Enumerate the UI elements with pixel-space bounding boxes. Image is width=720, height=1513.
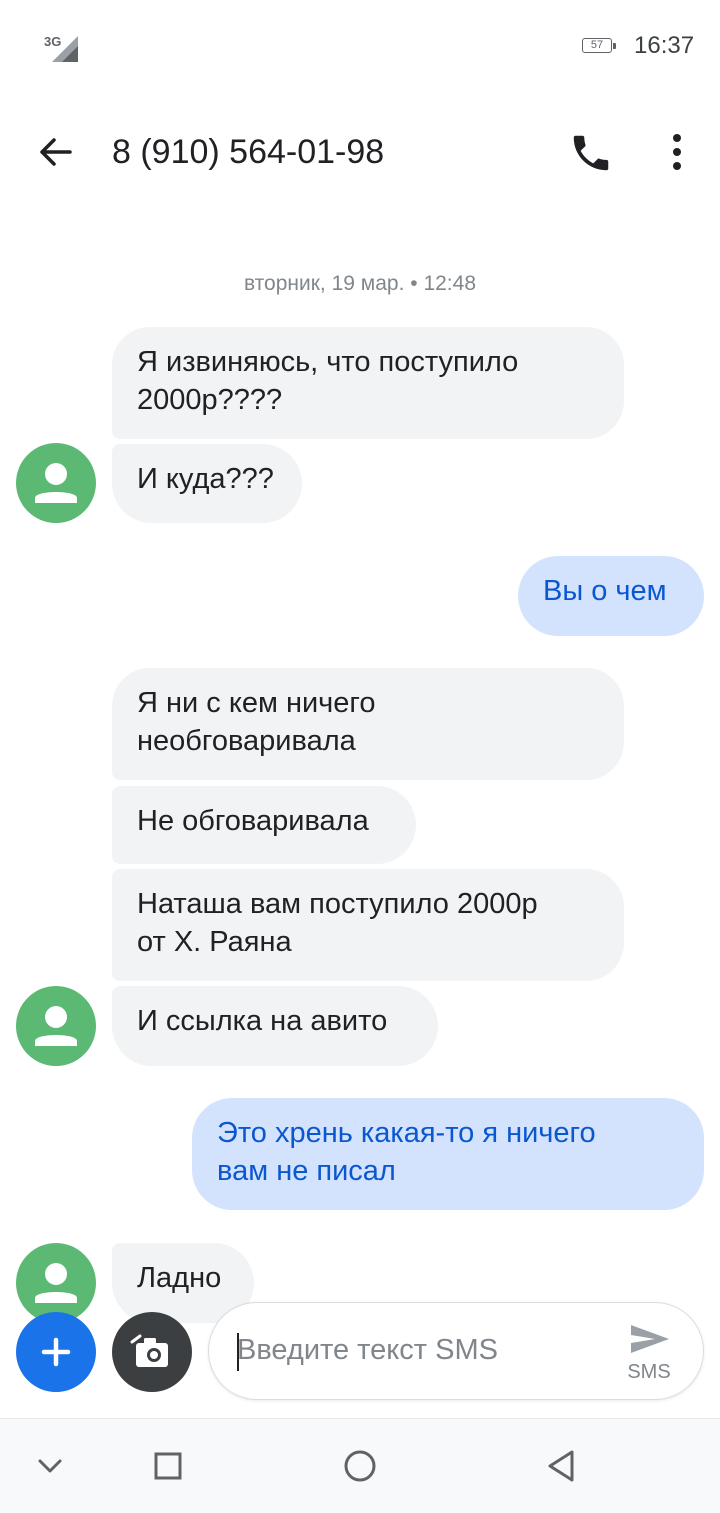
nav-back-button[interactable] xyxy=(532,1441,592,1491)
status-time: 16:37 xyxy=(634,32,695,59)
contact-title: 8 (910) 564-01-98 xyxy=(112,133,385,171)
message-text: И ссылка на авито xyxy=(137,1005,388,1037)
sms-input-container[interactable]: SMS xyxy=(208,1302,704,1400)
send-label: SMS xyxy=(627,1361,671,1383)
plus-icon xyxy=(41,1337,71,1367)
message-text: Я извиняюсь, что поступило xyxy=(137,346,519,378)
sms-input[interactable] xyxy=(237,1327,597,1373)
message-text: Я ни с кем ничего xyxy=(137,687,376,719)
more-vert-icon xyxy=(673,134,681,170)
message-text: от Х. Раяна xyxy=(137,926,292,958)
battery-level: 57 xyxy=(582,38,612,53)
app-bar: 8 (910) 564-01-98 xyxy=(0,100,720,204)
message-bubble-incoming[interactable]: И ссылка на авито xyxy=(112,986,438,1066)
call-button[interactable] xyxy=(566,130,616,176)
message-text: вам не писал xyxy=(217,1155,396,1187)
message-text: необговаривала xyxy=(137,725,356,757)
message-bubble-incoming[interactable]: Наташа вам поступило 2000р от Х. Раяна xyxy=(112,869,624,981)
back-arrow-icon xyxy=(40,138,72,166)
message-bubble-incoming[interactable]: Не обговаривала xyxy=(112,786,416,864)
battery-icon: 57 xyxy=(582,38,616,55)
recents-square-icon xyxy=(154,1452,182,1480)
back-triangle-icon xyxy=(548,1450,574,1482)
add-attachment-button[interactable] xyxy=(16,1312,96,1392)
nav-recents-button[interactable] xyxy=(138,1441,198,1491)
message-text: Ладно xyxy=(137,1262,222,1294)
avatar[interactable] xyxy=(16,443,96,523)
message-timestamp: вторник, 19 мар. • 12:48 xyxy=(243,272,476,295)
message-text: Наташа вам поступило 2000р xyxy=(137,888,538,920)
camera-button[interactable] xyxy=(112,1312,192,1392)
signal-icon xyxy=(52,36,78,62)
message-bubble-incoming[interactable]: И куда??? xyxy=(112,444,302,523)
message-composer: SMS xyxy=(0,1300,720,1412)
message-bubble-incoming[interactable]: Я извиняюсь, что поступило 2000р???? xyxy=(112,327,624,439)
send-icon xyxy=(631,1325,669,1353)
message-text: И куда??? xyxy=(137,463,274,495)
back-button[interactable] xyxy=(30,130,82,174)
home-circle-icon xyxy=(344,1450,376,1482)
message-bubble-incoming[interactable]: Я ни с кем ничего необговаривала xyxy=(112,668,624,780)
avatar[interactable] xyxy=(16,986,96,1066)
message-bubble-outgoing[interactable]: Вы о чем xyxy=(518,556,704,636)
person-icon xyxy=(35,1006,77,1046)
message-text: Вы о чем xyxy=(543,575,667,607)
chevron-down-icon xyxy=(38,1459,62,1473)
message-text: 2000р???? xyxy=(137,384,283,416)
camera-icon xyxy=(130,1334,168,1367)
message-text: Это хрень какая-то я ничего xyxy=(217,1117,596,1149)
system-nav-bar xyxy=(0,1418,720,1513)
nav-collapse-button[interactable] xyxy=(20,1441,80,1491)
message-bubble-outgoing[interactable]: Это хрень какая-то я ничего вам не писал xyxy=(192,1098,704,1210)
message-text: Не обговаривала xyxy=(137,805,369,837)
phone-icon xyxy=(573,135,609,171)
send-sms-button[interactable]: SMS xyxy=(607,1317,691,1387)
person-icon xyxy=(35,463,77,503)
status-bar: 3G 57 16:37 xyxy=(0,0,720,96)
more-options-button[interactable] xyxy=(660,130,694,176)
nav-home-button[interactable] xyxy=(330,1441,390,1491)
